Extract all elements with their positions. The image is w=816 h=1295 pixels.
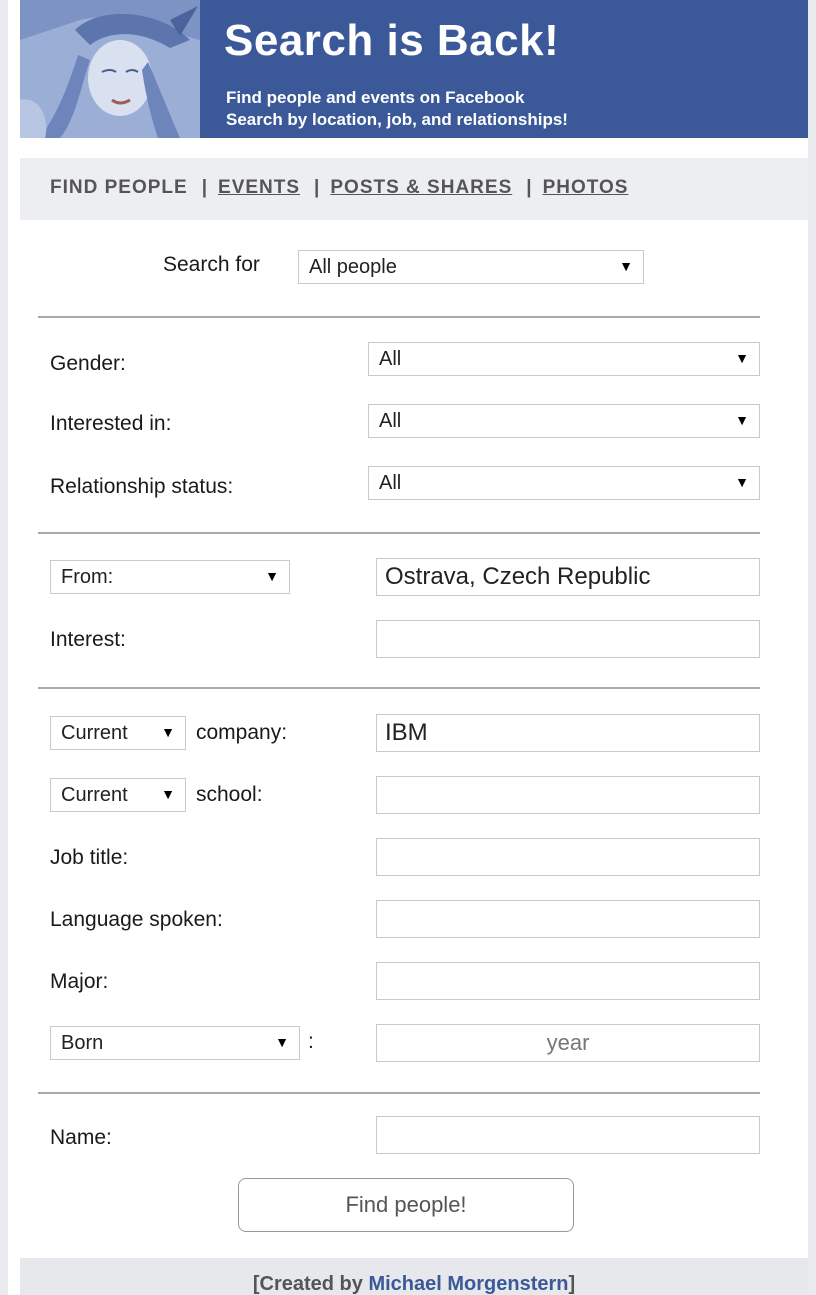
interest-input[interactable]: [376, 620, 760, 658]
school-input[interactable]: [376, 776, 760, 814]
interested-in-label: Interested in:: [50, 412, 172, 435]
footer: [Created by Michael Morgenstern]: [20, 1258, 808, 1295]
app-subtitle-line-1: Find people and events on Facebook: [226, 88, 525, 107]
triangle-down-icon: ▼: [735, 350, 749, 366]
search-for-value: All people: [309, 256, 397, 278]
major-input[interactable]: [376, 962, 760, 1000]
company-input[interactable]: IBM: [376, 714, 760, 752]
header-banner: Search is Back! Find people and events o…: [20, 0, 808, 138]
from-select-value: From:: [61, 566, 114, 588]
section-divider: [38, 1092, 760, 1094]
triangle-down-icon: ▼: [735, 474, 749, 490]
section-divider: [38, 532, 760, 534]
interested-in-value: All: [379, 410, 402, 432]
nav-separator: |: [314, 177, 321, 198]
language-spoken-input[interactable]: [376, 900, 760, 938]
triangle-down-icon: ▼: [161, 786, 175, 802]
app-title: Search is Back!: [224, 16, 560, 65]
robin-hood-logo-image: [20, 0, 200, 138]
name-label: Name:: [50, 1126, 112, 1149]
nav-item-photos[interactable]: PHOTOS: [543, 177, 629, 198]
triangle-down-icon: ▼: [265, 568, 279, 584]
born-select[interactable]: Born ▼: [50, 1026, 300, 1060]
relationship-status-label: Relationship status:: [50, 475, 234, 498]
find-people-button[interactable]: Find people!: [238, 1178, 574, 1232]
nav-bar: FIND PEOPLE | EVENTS | POSTS & SHARES | PHOTOS: [20, 158, 808, 220]
triangle-down-icon: ▼: [275, 1034, 289, 1050]
nav-item-events[interactable]: EVENTS: [218, 177, 300, 198]
interested-in-select[interactable]: All ▼: [368, 404, 760, 438]
section-divider: [38, 316, 760, 318]
search-for-label: Search for: [163, 253, 260, 276]
relationship-status-value: All: [379, 472, 402, 494]
company-label: company:: [196, 721, 288, 744]
interest-label: Interest:: [50, 628, 126, 651]
from-location-input[interactable]: Ostrava, Czech Republic: [376, 558, 760, 596]
nav-separator: |: [201, 177, 209, 198]
footer-suffix: ]: [568, 1273, 576, 1295]
triangle-down-icon: ▼: [735, 412, 749, 428]
author-link[interactable]: Michael Morgenstern: [368, 1273, 568, 1295]
school-tense-value: Current: [61, 784, 128, 806]
from-select[interactable]: From: ▼: [50, 560, 290, 594]
school-label: school:: [196, 783, 263, 806]
company-tense-value: Current: [61, 722, 128, 744]
relationship-status-select[interactable]: All ▼: [368, 466, 760, 500]
section-divider: [38, 687, 760, 689]
school-tense-select[interactable]: Current ▼: [50, 778, 186, 812]
robin-hood-illustration: [20, 0, 200, 138]
footer-prefix: [Created by: [252, 1273, 369, 1295]
triangle-down-icon: ▼: [161, 724, 175, 740]
year-input[interactable]: year: [376, 1024, 760, 1062]
job-title-input[interactable]: [376, 838, 760, 876]
job-title-label: Job title:: [50, 846, 129, 869]
gender-select[interactable]: All ▼: [368, 342, 760, 376]
page: Search is Back! Find people and events o…: [8, 0, 808, 1295]
major-label: Major:: [50, 970, 109, 993]
language-spoken-label: Language spoken:: [50, 908, 223, 931]
triangle-down-icon: ▼: [619, 258, 633, 274]
born-colon: :: [308, 1030, 314, 1053]
nav-links: FIND PEOPLE | EVENTS | POSTS & SHARES | PHOTOS: [50, 177, 628, 199]
nav-item-find-people[interactable]: FIND PEOPLE: [50, 177, 188, 198]
search-for-select[interactable]: All people ▼: [298, 250, 644, 284]
app-subtitle-line-2: Search by location, job, and relationshi…: [226, 110, 568, 129]
nav-item-posts-shares[interactable]: POSTS & SHARES: [330, 177, 512, 198]
name-input[interactable]: [376, 1116, 760, 1154]
gender-label: Gender:: [50, 352, 126, 375]
nav-separator: |: [526, 177, 533, 198]
born-select-value: Born: [61, 1032, 104, 1054]
company-tense-select[interactable]: Current ▼: [50, 716, 186, 750]
gender-value: All: [379, 348, 402, 370]
